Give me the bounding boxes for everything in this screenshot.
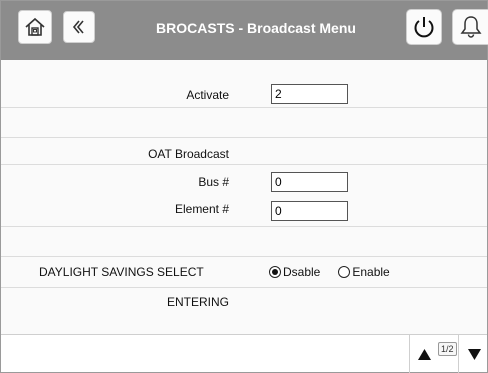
radio-unselected-icon[interactable] — [338, 266, 351, 278]
footer-divider — [458, 335, 459, 373]
element-input[interactable]: 0 — [271, 201, 348, 221]
page-down-button[interactable] — [468, 349, 481, 363]
dst-option-disable[interactable]: Dsable — [269, 265, 320, 279]
settings-row-activate: Activate 2 — [1, 60, 487, 108]
power-button[interactable] — [406, 9, 442, 45]
daylight-savings-radio-group: Dsable Enable — [269, 265, 408, 279]
page-title: BROCASTS - Broadcast Menu — [156, 20, 356, 36]
footer-divider — [409, 335, 410, 373]
radio-selected-icon[interactable] — [269, 266, 281, 278]
activate-label: Activate — [186, 88, 229, 102]
settings-row-element: Element # 0 — [1, 195, 487, 227]
page-indicator: 1/2 — [438, 342, 457, 356]
arrow-down-icon — [468, 349, 481, 363]
settings-row-entering: ENTERING — [1, 288, 487, 334]
page-up-button[interactable] — [418, 349, 431, 363]
oat-broadcast-label: OAT Broadcast — [148, 147, 229, 161]
back-chevron-icon — [70, 18, 88, 36]
dst-option-disable-label: Dsable — [283, 265, 321, 279]
footer-bar: 1/2 — [1, 334, 487, 373]
bus-input[interactable]: 0 — [271, 172, 348, 192]
bell-icon — [458, 14, 484, 40]
dst-option-enable-label: Enable — [352, 265, 390, 279]
entering-label: ENTERING — [166, 295, 229, 309]
home-button[interactable] — [18, 10, 52, 44]
settings-panel: Activate 2 OAT Broadcast Bus # 0 Element… — [1, 60, 487, 334]
back-button[interactable] — [63, 11, 95, 43]
home-icon — [24, 16, 46, 38]
settings-row-bus: Bus # 0 — [1, 165, 487, 195]
power-icon — [411, 14, 437, 40]
alarm-button[interactable] — [452, 9, 488, 45]
settings-row-oat-broadcast: OAT Broadcast — [1, 138, 487, 165]
settings-row-spacer — [1, 108, 487, 138]
settings-row-daylight-savings: DAYLIGHT SAVINGS SELECT Dsable Enable — [1, 257, 487, 288]
settings-row-spacer-2 — [1, 227, 487, 257]
header-bar: BROCASTS - Broadcast Menu — [1, 1, 488, 60]
dst-option-enable[interactable]: Enable — [338, 265, 390, 279]
daylight-savings-label: DAYLIGHT SAVINGS SELECT — [39, 265, 204, 279]
activate-input[interactable]: 2 — [271, 84, 348, 104]
arrow-up-icon — [418, 349, 431, 363]
bus-label: Bus # — [198, 175, 229, 189]
element-label: Element # — [174, 202, 229, 216]
